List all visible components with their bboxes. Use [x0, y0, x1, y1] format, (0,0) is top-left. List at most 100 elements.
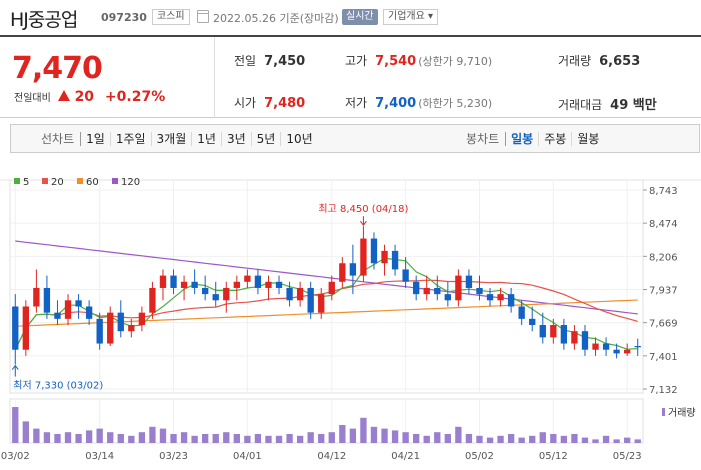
candle-body [434, 287, 441, 295]
candle-body [602, 343, 610, 350]
min-price-annotation: 최저 7,330 (03/02) [13, 380, 103, 392]
market-badge: 코스피 [152, 9, 190, 25]
volume-bar [370, 426, 378, 443]
volume-plot-frame [9, 398, 644, 444]
company-overview-button[interactable]: 기업개요 ▾ [383, 9, 438, 25]
volume-bar [381, 428, 388, 443]
volume-bar [507, 434, 515, 443]
tab-10y[interactable]: 10년 [280, 131, 317, 146]
volume-bar [43, 432, 51, 443]
line-chart-title: 선차트 [41, 132, 75, 146]
volume-bar [138, 432, 146, 443]
legend-swatch [112, 178, 118, 184]
current-price: 7,470 [12, 51, 103, 86]
candle-body [128, 325, 135, 332]
x-tick-label: 04/01 [233, 451, 262, 462]
tab-weekly[interactable]: 주봉 [538, 131, 571, 146]
volume-bar [12, 407, 19, 443]
legend-swatch [14, 178, 20, 184]
tab-1y[interactable]: 1년 [191, 131, 221, 146]
stat-label: 고가 [345, 54, 368, 68]
x-tick-label: 04/21 [391, 451, 420, 462]
stat-value: 49 백만 [610, 98, 657, 113]
change-amount: 20 [74, 89, 95, 105]
stock-chart[interactable]: 8,743 8,474 8,206 7,937 7,669 7,401 7,132 03/02… [0, 160, 701, 470]
volume-bar [423, 435, 430, 443]
candle-body [571, 331, 578, 344]
x-tick-label: 03/23 [159, 451, 188, 462]
calendar-icon [197, 10, 209, 23]
volume-bar [202, 434, 209, 443]
candle-body [265, 281, 272, 288]
stat-label: 시가 [234, 96, 257, 110]
volume-bar [180, 432, 188, 443]
volume-bar [349, 428, 357, 443]
candle-body [613, 349, 620, 354]
stat-value: 7,540 [375, 54, 417, 69]
volume-bar [233, 434, 240, 443]
volume-bar [571, 434, 578, 443]
legend-label: 5 [23, 177, 29, 188]
candle-body [318, 294, 325, 313]
candle-body [402, 269, 409, 282]
volume-bar [254, 434, 262, 443]
x-tick-label: 04/12 [317, 451, 346, 462]
ma120-line [15, 240, 638, 315]
candle-body [296, 287, 304, 301]
legend-swatch [42, 178, 48, 184]
tab-1w[interactable]: 1주일 [109, 131, 151, 146]
candle-body [560, 325, 568, 344]
tab-monthly[interactable]: 월봉 [571, 131, 604, 146]
tab-daily[interactable]: 일봉 [505, 131, 538, 146]
candle-body [202, 287, 209, 295]
candle-body [507, 294, 515, 307]
stat-label: 거래대금 [558, 98, 603, 112]
stat-label: 전일 [234, 54, 257, 68]
tab-3m[interactable]: 3개월 [150, 131, 192, 146]
volume-bar [529, 435, 536, 443]
stat-open: 시가 7,480 [234, 94, 305, 111]
stat-label: 저가 [345, 96, 368, 110]
realtime-button[interactable]: 실시간 [342, 9, 378, 25]
candle-body [180, 281, 188, 288]
stock-name: HJ중공업 [10, 9, 78, 31]
volume-bar [159, 428, 167, 443]
candle-body [212, 294, 219, 301]
candle-body [444, 294, 451, 301]
chart-period-tabs: 선차트 1일 1주일 3개월 1년 3년 5년 10년 봉차트 일봉 주봉 월봉 [10, 124, 700, 153]
stock-header: HJ중공업 097230 코스피 2022.05.26 기준(장마감) 실시간 … [0, 0, 701, 34]
candle-body [170, 275, 177, 288]
volume-bar [75, 434, 82, 443]
candle-body [223, 287, 230, 301]
tab-3y[interactable]: 3년 [220, 131, 251, 146]
volume-bar [465, 434, 473, 443]
volume-bar [318, 434, 325, 443]
volume-bar [149, 426, 156, 443]
x-tick-label: 03/02 [1, 451, 30, 462]
volume-bar [107, 432, 114, 443]
line-chart-tabs: 선차트 1일 1주일 3개월 1년 3년 5년 10년 [41, 125, 318, 152]
tab-5y[interactable]: 5년 [250, 131, 281, 146]
candle-body [349, 263, 357, 276]
volume-bar [265, 435, 272, 443]
tab-1d[interactable]: 1일 [80, 131, 110, 146]
candle-body [624, 349, 631, 354]
candle-chart-tabs: 봉차트 일봉 주봉 월봉 [466, 125, 604, 152]
volume-bar [581, 437, 589, 443]
candle-body [486, 294, 494, 301]
change-percent: +0.27% [104, 89, 166, 105]
volume-bar [602, 435, 610, 443]
lower-limit: (하한가 5,230) [418, 97, 493, 110]
volume-bar [22, 421, 29, 443]
x-tick-label: 05/23 [613, 451, 642, 462]
y-tick-label: 7,669 [649, 319, 678, 330]
volume-bar [33, 428, 40, 443]
volume-bar [54, 434, 61, 443]
candle-body [233, 281, 240, 288]
price-change: 전일대비 20 +0.27% [14, 89, 165, 105]
upper-limit: (상한가 9,710) [418, 55, 493, 68]
stat-label: 거래량 [558, 54, 592, 68]
candle-body [581, 331, 589, 350]
candle-body [550, 325, 557, 338]
volume-bar [128, 435, 135, 443]
